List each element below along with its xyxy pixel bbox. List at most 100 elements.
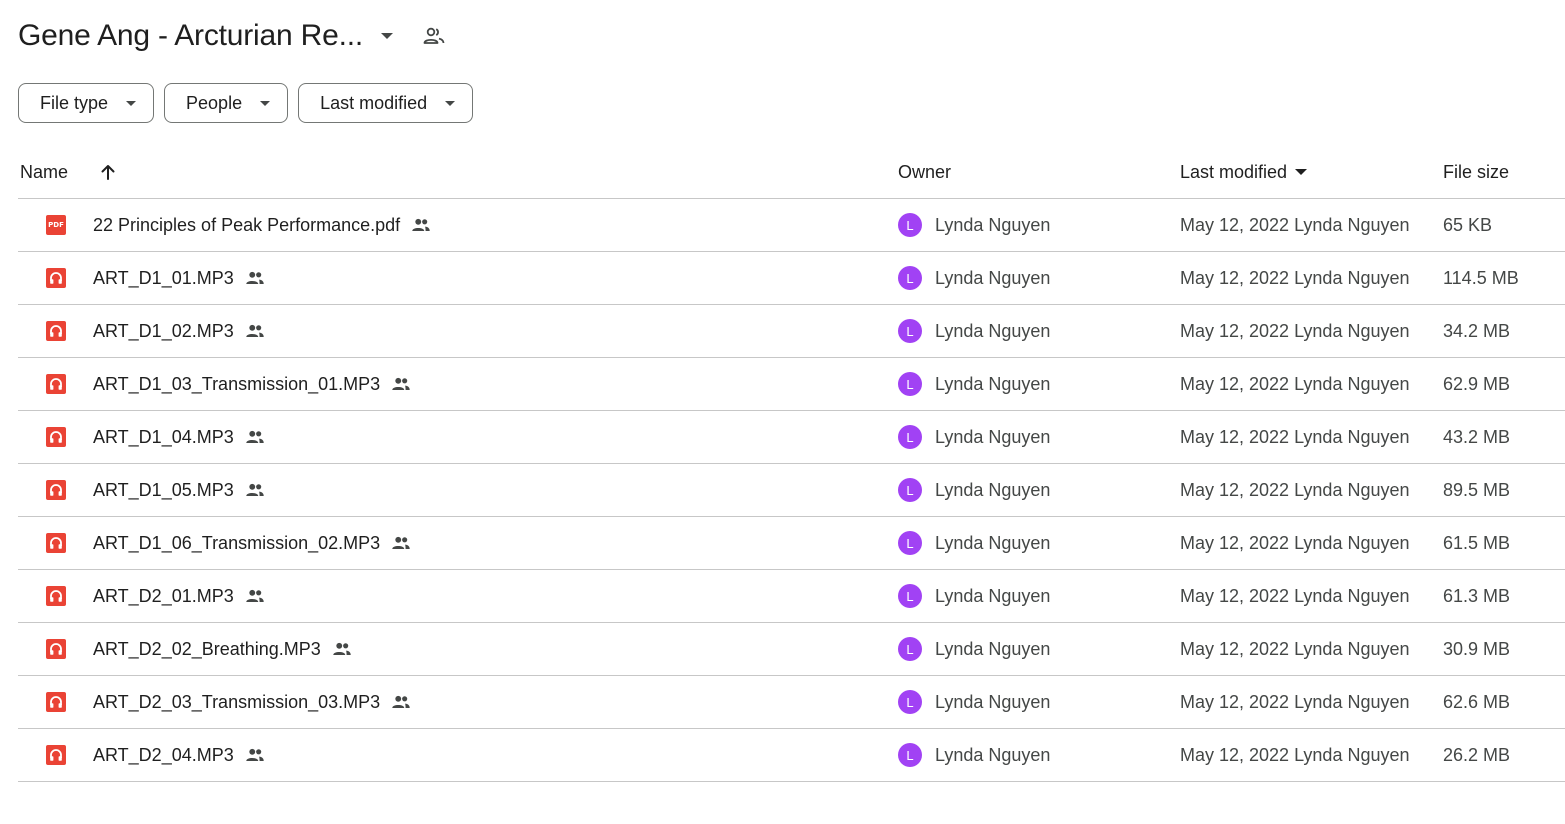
file-name-cell: ART_D1_04.MP3 <box>93 411 266 463</box>
last-modified-cell: May 12, 2022 Lynda Nguyen <box>1180 638 1410 659</box>
table-row[interactable]: ART_D1_01.MP3 L Lynda Nguyen May 12, 202… <box>18 252 1565 305</box>
table-row[interactable]: ART_D2_04.MP3 L Lynda Nguyen May 12, 202… <box>18 729 1565 782</box>
file-size-cell: 61.5 MB <box>1443 532 1511 553</box>
file-type-icon-cell <box>45 676 67 728</box>
last-modified-cell: May 12, 2022 Lynda Nguyen <box>1180 691 1410 712</box>
file-name: ART_D2_02_Breathing.MP3 <box>93 638 321 659</box>
chip-label: File type <box>40 92 109 113</box>
file-name: ART_D2_04.MP3 <box>93 744 234 765</box>
arrow-up-icon <box>101 165 115 180</box>
file-name: ART_D2_01.MP3 <box>93 585 234 606</box>
file-list: Name Owner Last modified File size PDF 2… <box>18 146 1565 782</box>
owner-name: Lynda Nguyen <box>935 638 1051 659</box>
table-row[interactable]: ART_D1_03_Transmission_01.MP3 L Lynda Ng… <box>18 358 1565 411</box>
owner-cell: L Lynda Nguyen <box>898 570 1050 622</box>
owner-cell: L Lynda Nguyen <box>898 305 1050 357</box>
table-row[interactable]: ART_D1_04.MP3 L Lynda Nguyen May 12, 202… <box>18 411 1565 464</box>
caret-down-icon <box>260 100 271 106</box>
file-type-icon-cell <box>45 464 67 516</box>
table-row[interactable]: ART_D1_05.MP3 L Lynda Nguyen May 12, 202… <box>18 464 1565 517</box>
table-row[interactable]: ART_D2_03_Transmission_03.MP3 L Lynda Ng… <box>18 676 1565 729</box>
headphones-audio-file-icon <box>46 745 66 765</box>
headphones-audio-file-icon <box>46 321 66 341</box>
table-row[interactable]: ART_D2_02_Breathing.MP3 L Lynda Nguyen M… <box>18 623 1565 676</box>
owner-avatar: L <box>898 319 922 343</box>
owner-cell: L Lynda Nguyen <box>898 252 1050 304</box>
headphones-audio-file-icon <box>46 586 66 606</box>
file-name-cell: ART_D2_03_Transmission_03.MP3 <box>93 676 412 728</box>
chip-label: Last modified <box>320 92 428 113</box>
owner-cell: L Lynda Nguyen <box>898 464 1050 516</box>
owner-avatar: L <box>898 478 922 502</box>
shared-people-icon <box>390 532 412 554</box>
caret-down-icon <box>381 33 393 39</box>
shared-people-icon <box>244 320 266 342</box>
table-row[interactable]: ART_D1_02.MP3 L Lynda Nguyen May 12, 202… <box>18 305 1565 358</box>
table-row[interactable]: PDF 22 Principles of Peak Performance.pd… <box>18 199 1565 252</box>
table-header: Name Owner Last modified File size <box>18 146 1565 199</box>
owner-cell: L Lynda Nguyen <box>898 517 1050 569</box>
shared-people-icon <box>390 691 412 713</box>
file-size-cell: 26.2 MB <box>1443 744 1511 765</box>
last-modified-cell: May 12, 2022 Lynda Nguyen <box>1180 532 1410 553</box>
folder-menu-button[interactable] <box>371 20 403 52</box>
file-name-cell: ART_D1_02.MP3 <box>93 305 266 357</box>
file-size-cell: 30.9 MB <box>1443 638 1511 659</box>
pdf-file-icon: PDF <box>46 215 66 235</box>
headphones-audio-file-icon <box>46 268 66 288</box>
owner-cell: L Lynda Nguyen <box>898 729 1050 781</box>
owner-avatar: L <box>898 425 922 449</box>
column-header-name[interactable]: Name <box>20 146 68 198</box>
file-size-cell: 89.5 MB <box>1443 479 1511 500</box>
file-name: ART_D1_06_Transmission_02.MP3 <box>93 532 381 553</box>
owner-name: Lynda Nguyen <box>935 479 1051 500</box>
file-type-icon-cell <box>45 570 67 622</box>
file-name-cell: ART_D1_06_Transmission_02.MP3 <box>93 517 412 569</box>
column-header-last-modified[interactable]: Last modified <box>1180 146 1308 198</box>
last-modified-cell: May 12, 2022 Lynda Nguyen <box>1180 426 1410 447</box>
last-modified-cell: May 12, 2022 Lynda Nguyen <box>1180 744 1410 765</box>
owner-name: Lynda Nguyen <box>935 744 1051 765</box>
file-size-cell: 114.5 MB <box>1443 267 1519 288</box>
file-type-icon-cell <box>45 517 67 569</box>
folder-title[interactable]: Gene Ang - Arcturian Re... <box>18 19 363 53</box>
table-body: PDF 22 Principles of Peak Performance.pd… <box>18 199 1565 782</box>
owner-name: Lynda Nguyen <box>935 585 1051 606</box>
file-name: ART_D1_03_Transmission_01.MP3 <box>93 373 381 394</box>
file-name: ART_D1_05.MP3 <box>93 479 234 500</box>
table-row[interactable]: ART_D2_01.MP3 L Lynda Nguyen May 12, 202… <box>18 570 1565 623</box>
sort-direction-button[interactable] <box>98 146 120 198</box>
file-name: 22 Principles of Peak Performance.pdf <box>93 214 401 235</box>
drive-folder-view: Gene Ang - Arcturian Re... File type Peo… <box>0 0 1565 824</box>
last-modified-cell: May 12, 2022 Lynda Nguyen <box>1180 373 1410 394</box>
file-type-icon-cell: PDF <box>45 199 67 251</box>
filter-people[interactable]: People <box>164 83 289 123</box>
file-name: ART_D1_04.MP3 <box>93 426 234 447</box>
owner-name: Lynda Nguyen <box>935 532 1051 553</box>
headphones-audio-file-icon <box>46 427 66 447</box>
column-header-owner: Owner <box>898 161 952 182</box>
file-size-cell: 62.9 MB <box>1443 373 1511 394</box>
file-name: ART_D1_02.MP3 <box>93 320 234 341</box>
caret-down-icon <box>126 100 137 106</box>
chip-label: People <box>186 92 243 113</box>
column-header-label: Last modified <box>1180 161 1288 182</box>
filter-last-modified[interactable]: Last modified <box>298 83 474 123</box>
owner-name: Lynda Nguyen <box>935 691 1051 712</box>
last-modified-cell: May 12, 2022 Lynda Nguyen <box>1180 267 1410 288</box>
manage-access-button[interactable] <box>417 19 451 53</box>
owner-avatar: L <box>898 266 922 290</box>
owner-avatar: L <box>898 690 922 714</box>
owner-name: Lynda Nguyen <box>935 320 1051 341</box>
shared-people-icon <box>244 479 266 501</box>
owner-cell: L Lynda Nguyen <box>898 676 1050 728</box>
table-row[interactable]: ART_D1_06_Transmission_02.MP3 L Lynda Ng… <box>18 517 1565 570</box>
filter-file-type[interactable]: File type <box>18 83 155 123</box>
shared-people-icon <box>244 267 266 289</box>
owner-avatar: L <box>898 531 922 555</box>
file-size-cell: 43.2 MB <box>1443 426 1511 447</box>
shared-people-icon <box>390 373 412 395</box>
owner-avatar: L <box>898 743 922 767</box>
caret-down-icon <box>1295 169 1308 175</box>
last-modified-cell: May 12, 2022 Lynda Nguyen <box>1180 585 1410 606</box>
